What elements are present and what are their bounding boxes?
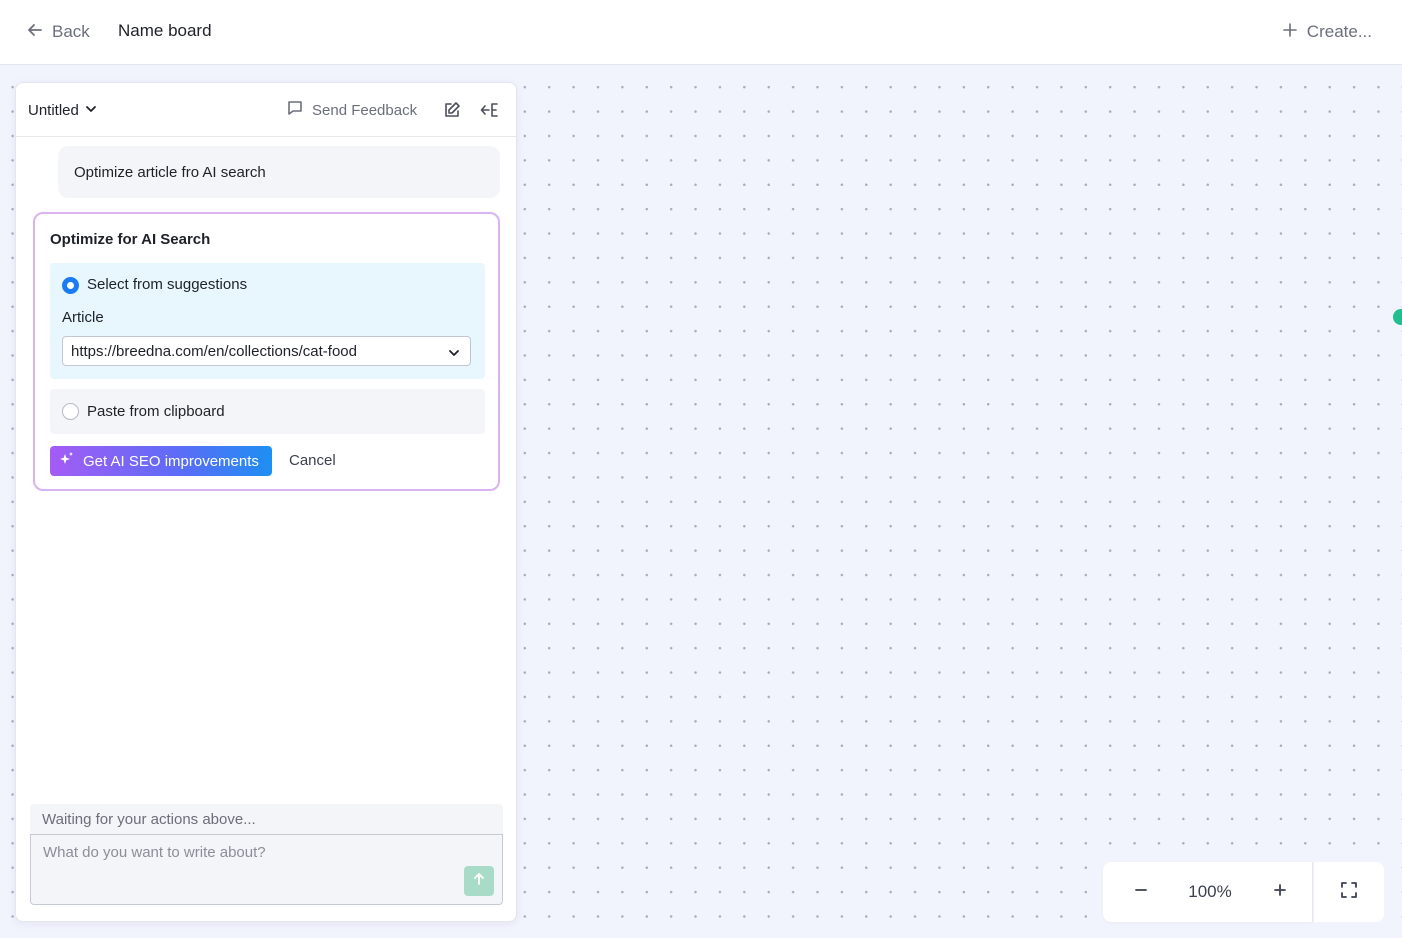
plus-icon bbox=[1282, 22, 1297, 42]
status-text: Waiting for your actions above... bbox=[30, 804, 503, 834]
back-button[interactable]: Back bbox=[26, 20, 90, 44]
article-label: Article bbox=[62, 309, 104, 326]
edit-icon[interactable] bbox=[441, 99, 463, 121]
zoom-out-button[interactable] bbox=[1129, 880, 1153, 904]
compose-box bbox=[30, 834, 503, 905]
send-feedback-label: Send Feedback bbox=[312, 101, 418, 119]
collapse-panel-icon[interactable] bbox=[479, 99, 501, 121]
get-ai-seo-improvements-label: Get AI SEO improvements bbox=[83, 452, 259, 470]
fullscreen-icon bbox=[1341, 881, 1357, 903]
article-select[interactable]: https://breedna.com/en/collections/cat-f… bbox=[62, 336, 471, 366]
back-label: Back bbox=[52, 22, 90, 41]
suggestions-label: Select from suggestions bbox=[87, 276, 248, 293]
option-paste-from-clipboard[interactable]: Paste from clipboard bbox=[50, 389, 485, 434]
chevron-down-icon bbox=[85, 102, 97, 119]
plus-icon bbox=[1273, 883, 1287, 902]
article-selected-value: https://breedna.com/en/collections/cat-f… bbox=[71, 343, 357, 360]
optimize-card: Optimize for AI Search Select from sugge… bbox=[33, 212, 500, 491]
create-button[interactable]: Create... bbox=[1282, 20, 1372, 44]
document-title-dropdown[interactable]: Untitled bbox=[28, 100, 97, 120]
document-title: Untitled bbox=[28, 101, 79, 119]
connector-handle[interactable] bbox=[1393, 309, 1402, 325]
panel-header: Untitled Send Feedback bbox=[16, 83, 516, 137]
arrow-left-icon bbox=[26, 21, 44, 44]
optimize-card-title: Optimize for AI Search bbox=[50, 231, 211, 248]
cancel-button[interactable]: Cancel bbox=[289, 452, 336, 469]
board-title[interactable]: Name board bbox=[118, 21, 212, 41]
sparkle-icon bbox=[58, 451, 75, 472]
fullscreen-button[interactable] bbox=[1314, 862, 1384, 922]
paste-radio[interactable] bbox=[62, 403, 79, 420]
send-button[interactable] bbox=[464, 866, 494, 896]
paste-label: Paste from clipboard bbox=[87, 403, 225, 420]
message-square-icon bbox=[286, 99, 304, 121]
zoom-level: 100% bbox=[1188, 882, 1232, 901]
compose-input[interactable] bbox=[31, 835, 461, 895]
option-select-from-suggestions[interactable]: Select from suggestions Article https://… bbox=[50, 263, 485, 379]
ai-assistant-panel: Untitled Send Feedback Optimize article … bbox=[15, 82, 517, 922]
send-feedback-button[interactable]: Send Feedback bbox=[286, 99, 417, 121]
arrow-up-icon bbox=[472, 872, 486, 891]
minus-icon bbox=[1134, 883, 1148, 902]
user-message-bubble: Optimize article fro AI search bbox=[58, 146, 500, 198]
zoom-controls: 100% bbox=[1103, 862, 1313, 922]
zoom-in-button[interactable] bbox=[1268, 880, 1292, 904]
chevron-down-icon bbox=[448, 346, 460, 363]
create-label: Create... bbox=[1306, 22, 1372, 41]
top-header: Back Name board Create... bbox=[0, 0, 1402, 65]
get-ai-seo-improvements-button[interactable]: Get AI SEO improvements bbox=[50, 446, 272, 476]
suggestions-radio[interactable] bbox=[62, 277, 79, 294]
